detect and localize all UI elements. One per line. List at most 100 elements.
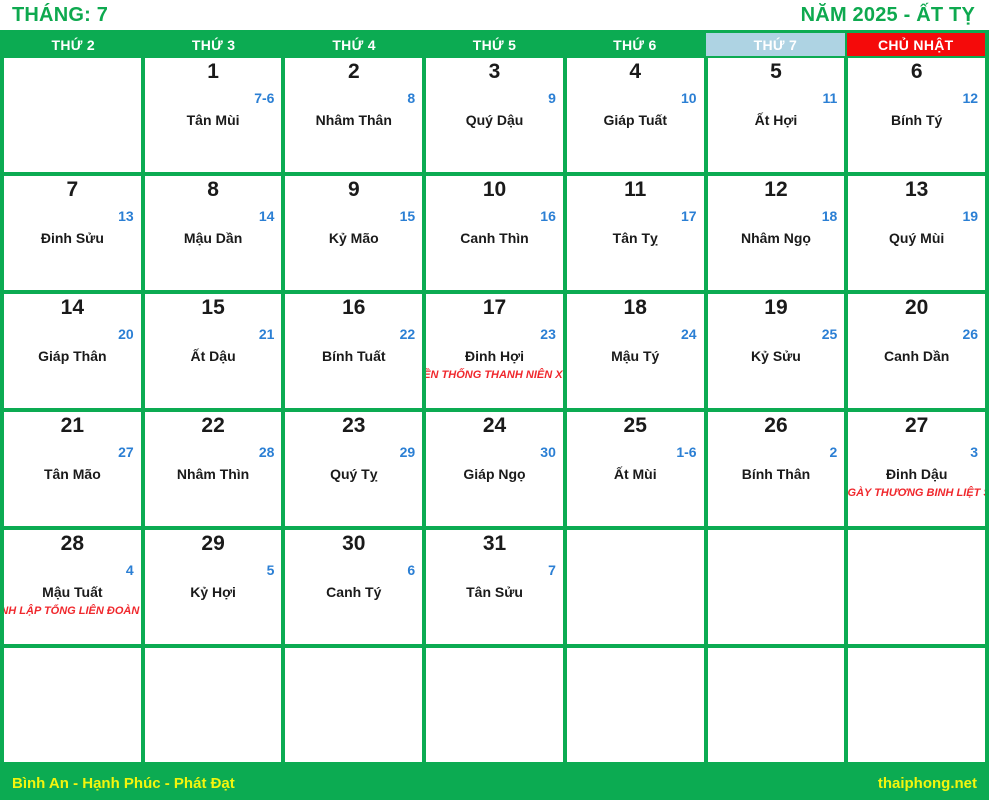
solar-day-number: 20: [904, 296, 929, 319]
solar-day-number: 24: [482, 414, 507, 437]
weekday-header-1: THỨ 2: [4, 33, 145, 56]
solar-day-number: 10: [482, 178, 507, 201]
lunar-day-number: 17: [681, 208, 697, 224]
day-cell[interactable]: 14 20 Giáp Thân: [4, 294, 141, 408]
can-chi-label: Kỷ Sửu: [751, 348, 801, 364]
solar-day-number: 2: [347, 60, 360, 83]
lunar-day-number: 29: [399, 444, 416, 460]
lunar-day-number: 28: [258, 444, 275, 460]
solar-day-number: 8: [207, 178, 219, 201]
week-row: 14 20 Giáp Thân 15 21 Ất Dậu 16 22 Bính Tuất 17 23…: [4, 294, 986, 408]
week-row: 1 7-6 Tân Mùi 2 8 Nhâm Thân 3 9 Quý Dậu 4 10 Giáp T…: [4, 58, 986, 172]
day-cell-empty: [566, 648, 704, 762]
solar-day-number: 11: [624, 178, 647, 201]
solar-day-number: 30: [342, 532, 366, 555]
day-cell[interactable]: 24 30 Giáp Ngọ: [426, 412, 563, 526]
day-cell[interactable]: 8 14 Mậu Dần: [144, 176, 282, 290]
day-cell[interactable]: 23 29 Quý Tỵ: [285, 412, 423, 526]
week-row: 284Mậu TuấtNGÀY THÀNH LẬP TỔNG LIÊN ĐOÀN…: [4, 530, 986, 644]
day-cell[interactable]: 20 26 Canh Dần: [848, 294, 986, 408]
lunar-day-number: 16: [540, 208, 556, 224]
day-cell[interactable]: 5 11 Ất Hợi: [707, 58, 845, 172]
solar-day-number: 9: [347, 178, 360, 201]
solar-day-number: 31: [482, 532, 507, 555]
holiday-event-label: NGÀY TRUYỀN THỐNG THANH NIÊN XUNG PHONG: [426, 369, 563, 381]
day-cell[interactable]: 31 7 Tân Sửu: [426, 530, 563, 644]
day-cell[interactable]: 12 18 Nhâm Ngọ: [707, 176, 845, 290]
lunar-day-number: 6: [407, 562, 416, 578]
solar-day-number: 18: [623, 296, 647, 319]
solar-day-number: 29: [201, 532, 225, 555]
lunar-day-number: 21: [258, 326, 275, 342]
can-chi-label: Ất Mùi: [613, 466, 657, 482]
can-chi-label: Tân Mão: [43, 466, 101, 482]
day-cell[interactable]: 10 16 Canh Thìn: [426, 176, 563, 290]
day-cell[interactable]: 22 28 Nhâm Thìn: [144, 412, 282, 526]
day-cell-empty: [4, 58, 141, 172]
day-cell[interactable]: 4 10 Giáp Tuất: [566, 58, 704, 172]
solar-day-number: 4: [629, 60, 642, 83]
day-cell[interactable]: 1 7-6 Tân Mùi: [144, 58, 282, 172]
lunar-day-number: 26: [962, 326, 979, 342]
can-chi-label: Giáp Tuất: [603, 112, 667, 128]
solar-day-number: 13: [904, 178, 929, 201]
month-title: THÁNG: 7: [12, 3, 109, 26]
day-cell[interactable]: 11 17 Tân Tỵ: [566, 176, 704, 290]
day-cell[interactable]: 16 22 Bính Tuất: [285, 294, 423, 408]
can-chi-label: Bính Tuất: [322, 348, 386, 364]
day-cell[interactable]: 25 1-6 Ất Mùi: [566, 412, 704, 526]
day-cell-empty: [848, 530, 986, 644]
day-cell-empty: [707, 648, 845, 762]
calendar-root: THÁNG: 7 NĂM 2025 - ẤT TỴ THỨ 2 THỨ 3 THỨ …: [0, 0, 989, 800]
day-cell[interactable]: 26 2 Bính Thân: [707, 412, 845, 526]
day-cell[interactable]: 1723Đinh HợiNGÀY TRUYỀN THỐNG THANH NIÊN…: [426, 294, 563, 408]
lunar-day-number: 1-6: [676, 444, 697, 460]
footer-site[interactable]: thaiphong.net: [878, 775, 977, 792]
weekday-header-5: THỨ 6: [566, 33, 707, 56]
day-cell[interactable]: 284Mậu TuấtNGÀY THÀNH LẬP TỔNG LIÊN ĐOÀN…: [4, 530, 141, 644]
solar-day-number: 25: [623, 414, 647, 437]
lunar-day-number: 9: [548, 90, 556, 106]
can-chi-label: Canh Dần: [884, 348, 950, 364]
event-clip-area: NGÀY THƯƠNG BINH LIỆT SĨ: [848, 412, 985, 526]
solar-day-number: 23: [342, 414, 366, 437]
day-cell[interactable]: 30 6 Canh Tý: [285, 530, 423, 644]
can-chi-label: Tân Mùi: [186, 112, 240, 128]
can-chi-label: Nhâm Thìn: [176, 466, 250, 482]
day-cell[interactable]: 7 13 Đinh Sửu: [4, 176, 141, 290]
can-chi-label: Mậu Dần: [183, 230, 243, 246]
calendar-grid: 1 7-6 Tân Mùi 2 8 Nhâm Thân 3 9 Quý Dậu 4 10 Giáp T…: [0, 56, 989, 766]
day-cell[interactable]: 273Đinh DậuNGÀY THƯƠNG BINH LIỆT SĨ: [848, 412, 986, 526]
day-cell[interactable]: 2 8 Nhâm Thân: [285, 58, 423, 172]
weekday-header-7: CHỦ NHẬT: [846, 33, 985, 56]
day-cell[interactable]: 21 27 Tân Mão: [4, 412, 141, 526]
day-cell-empty: [4, 648, 141, 762]
solar-day-number: 3: [488, 60, 501, 83]
day-cell[interactable]: 18 24 Mậu Tý: [566, 294, 704, 408]
solar-day-number: 19: [764, 296, 788, 319]
day-cell-empty: [566, 530, 704, 644]
lunar-day-number: 7-6: [254, 90, 275, 106]
weekday-header-2: THỨ 3: [144, 33, 285, 56]
day-cell[interactable]: 29 5 Kỷ Hợi: [144, 530, 282, 644]
day-cell-empty: [285, 648, 423, 762]
lunar-day-number: 18: [821, 208, 838, 224]
day-cell[interactable]: 15 21 Ất Dậu: [144, 294, 282, 408]
can-chi-label: Bính Tý: [891, 112, 943, 128]
day-cell[interactable]: 3 9 Quý Dậu: [426, 58, 563, 172]
lunar-day-number: 27: [118, 444, 134, 460]
can-chi-label: Bính Thân: [741, 466, 811, 482]
solar-day-number: 15: [201, 296, 225, 319]
day-cell[interactable]: 19 25 Kỷ Sửu: [707, 294, 845, 408]
event-clip-area: NGÀY THÀNH LẬP TỔNG LIÊN ĐOÀN LAO ĐỘNG: [4, 530, 141, 644]
day-cell[interactable]: 9 15 Kỷ Mão: [285, 176, 423, 290]
weekday-header-4: THỨ 5: [425, 33, 566, 56]
can-chi-label: Giáp Thân: [38, 348, 107, 364]
week-row: 21 27 Tân Mão 22 28 Nhâm Thìn 23 29 Quý Tỵ 24 30 Gi…: [4, 412, 986, 526]
day-cell[interactable]: 13 19 Quý Mùi: [848, 176, 986, 290]
event-clip-area: NGÀY TRUYỀN THỐNG THANH NIÊN XUNG PHONG: [426, 294, 563, 408]
can-chi-label: Mậu Tý: [611, 348, 660, 364]
can-chi-label: Nhâm Thân: [315, 112, 392, 128]
day-cell[interactable]: 6 12 Bính Tý: [848, 58, 986, 172]
can-chi-label: Đinh Sửu: [40, 230, 104, 246]
